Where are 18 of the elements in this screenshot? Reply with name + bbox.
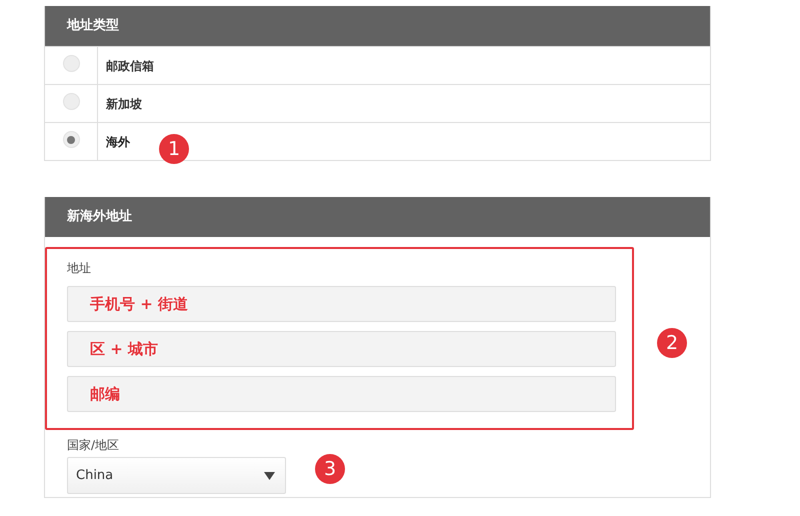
option-label: 新加坡 [105, 96, 142, 113]
option-label: 邮政信箱 [105, 58, 154, 75]
option-label: 海外 [105, 134, 130, 151]
panel-title: 新海外地址 [45, 197, 710, 237]
caret-icon [264, 472, 275, 480]
panel-title: 地址类型 [45, 6, 710, 46]
field-label: 国家/地区 [67, 437, 120, 454]
input-field[interactable]: 区 + 城市 [67, 331, 616, 367]
radio-button[interactable] [62, 93, 80, 110]
input-field[interactable]: 邮编 [67, 376, 616, 412]
country-select[interactable]: China [67, 457, 286, 494]
field-label: 地址 [67, 260, 92, 277]
callout-number: 1 [159, 134, 189, 164]
radio-button[interactable] [62, 55, 80, 72]
callout-number: 2 [657, 328, 687, 358]
input-field[interactable]: 手机号 + 街道 [67, 286, 616, 322]
radio-button[interactable] [62, 131, 80, 148]
callout-number: 3 [315, 454, 345, 484]
